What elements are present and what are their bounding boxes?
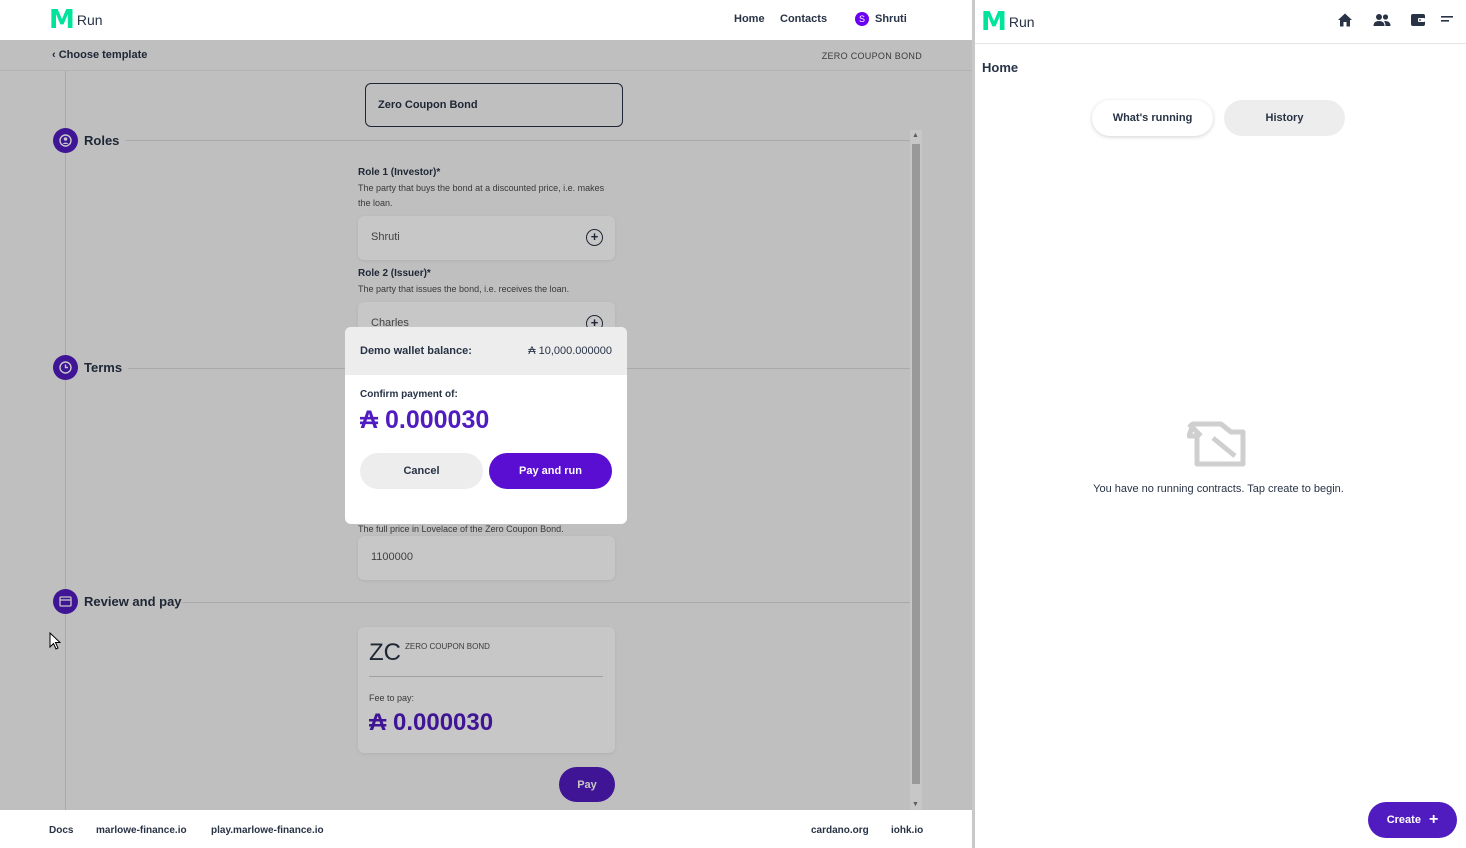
tab-history[interactable]: History — [1224, 100, 1345, 136]
marlowe-logo[interactable]: M Run — [981, 7, 1035, 37]
marlowe-logo[interactable]: M Run — [49, 5, 103, 35]
marlowe-logo-icon: M — [49, 5, 75, 35]
home-icon[interactable] — [1337, 12, 1355, 30]
nav-contacts[interactable]: Contacts — [780, 13, 827, 25]
wallet-icon[interactable] — [1410, 12, 1428, 30]
create-button-label: Create — [1386, 814, 1421, 826]
mouse-cursor-icon — [49, 632, 61, 650]
payment-confirmation-dialog: Demo wallet balance: ₳ 10,000.000000 Con… — [345, 327, 627, 524]
right-pane: M Run Home What's running History You ha… — [975, 0, 1466, 848]
footer-link-marlowe[interactable]: marlowe-finance.io — [96, 825, 187, 836]
left-header: M Run Home Contacts S Shruti — [0, 0, 972, 40]
avatar: S — [855, 12, 869, 26]
app-name: Run — [76, 12, 103, 28]
page-title: Home — [982, 60, 1019, 75]
nav-home[interactable]: Home — [734, 13, 765, 25]
balance-value: ₳ 10,000.000000 — [528, 345, 612, 357]
app-name: Run — [1008, 14, 1035, 30]
empty-contracts-icon — [1187, 421, 1246, 467]
marlowe-logo-icon: M — [981, 7, 1007, 37]
pay-and-run-button[interactable]: Pay and run — [489, 453, 612, 489]
left-pane: M Run Home Contacts S Shruti ‹ Choose te… — [0, 0, 972, 848]
footer-link-cardano[interactable]: cardano.org — [811, 825, 869, 836]
create-button[interactable]: Create + — [1368, 802, 1457, 838]
confirm-label: Confirm payment of: — [360, 389, 458, 400]
contacts-icon[interactable] — [1373, 12, 1391, 30]
user-name: Shruti — [875, 13, 907, 25]
footer: Docs marlowe-finance.io play.marlowe-fin… — [0, 810, 972, 848]
tab-whats-running[interactable]: What's running — [1092, 100, 1213, 136]
balance-label: Demo wallet balance: — [360, 345, 472, 357]
cancel-button[interactable]: Cancel — [360, 453, 483, 489]
user-menu-button[interactable]: S Shruti — [840, 4, 922, 34]
footer-link-iohk[interactable]: iohk.io — [891, 825, 923, 836]
wallet-balance-bar: Demo wallet balance: ₳ 10,000.000000 — [345, 327, 627, 375]
footer-link-play[interactable]: play.marlowe-finance.io — [211, 825, 324, 836]
confirm-amount: ₳ 0.000030 — [360, 406, 490, 434]
footer-link-docs[interactable]: Docs — [49, 825, 73, 836]
right-header: M Run — [975, 0, 1466, 44]
menu-icon[interactable] — [1441, 12, 1459, 30]
empty-state-message: You have no running contracts. Tap creat… — [1093, 483, 1344, 495]
plus-icon: + — [1428, 811, 1439, 828]
